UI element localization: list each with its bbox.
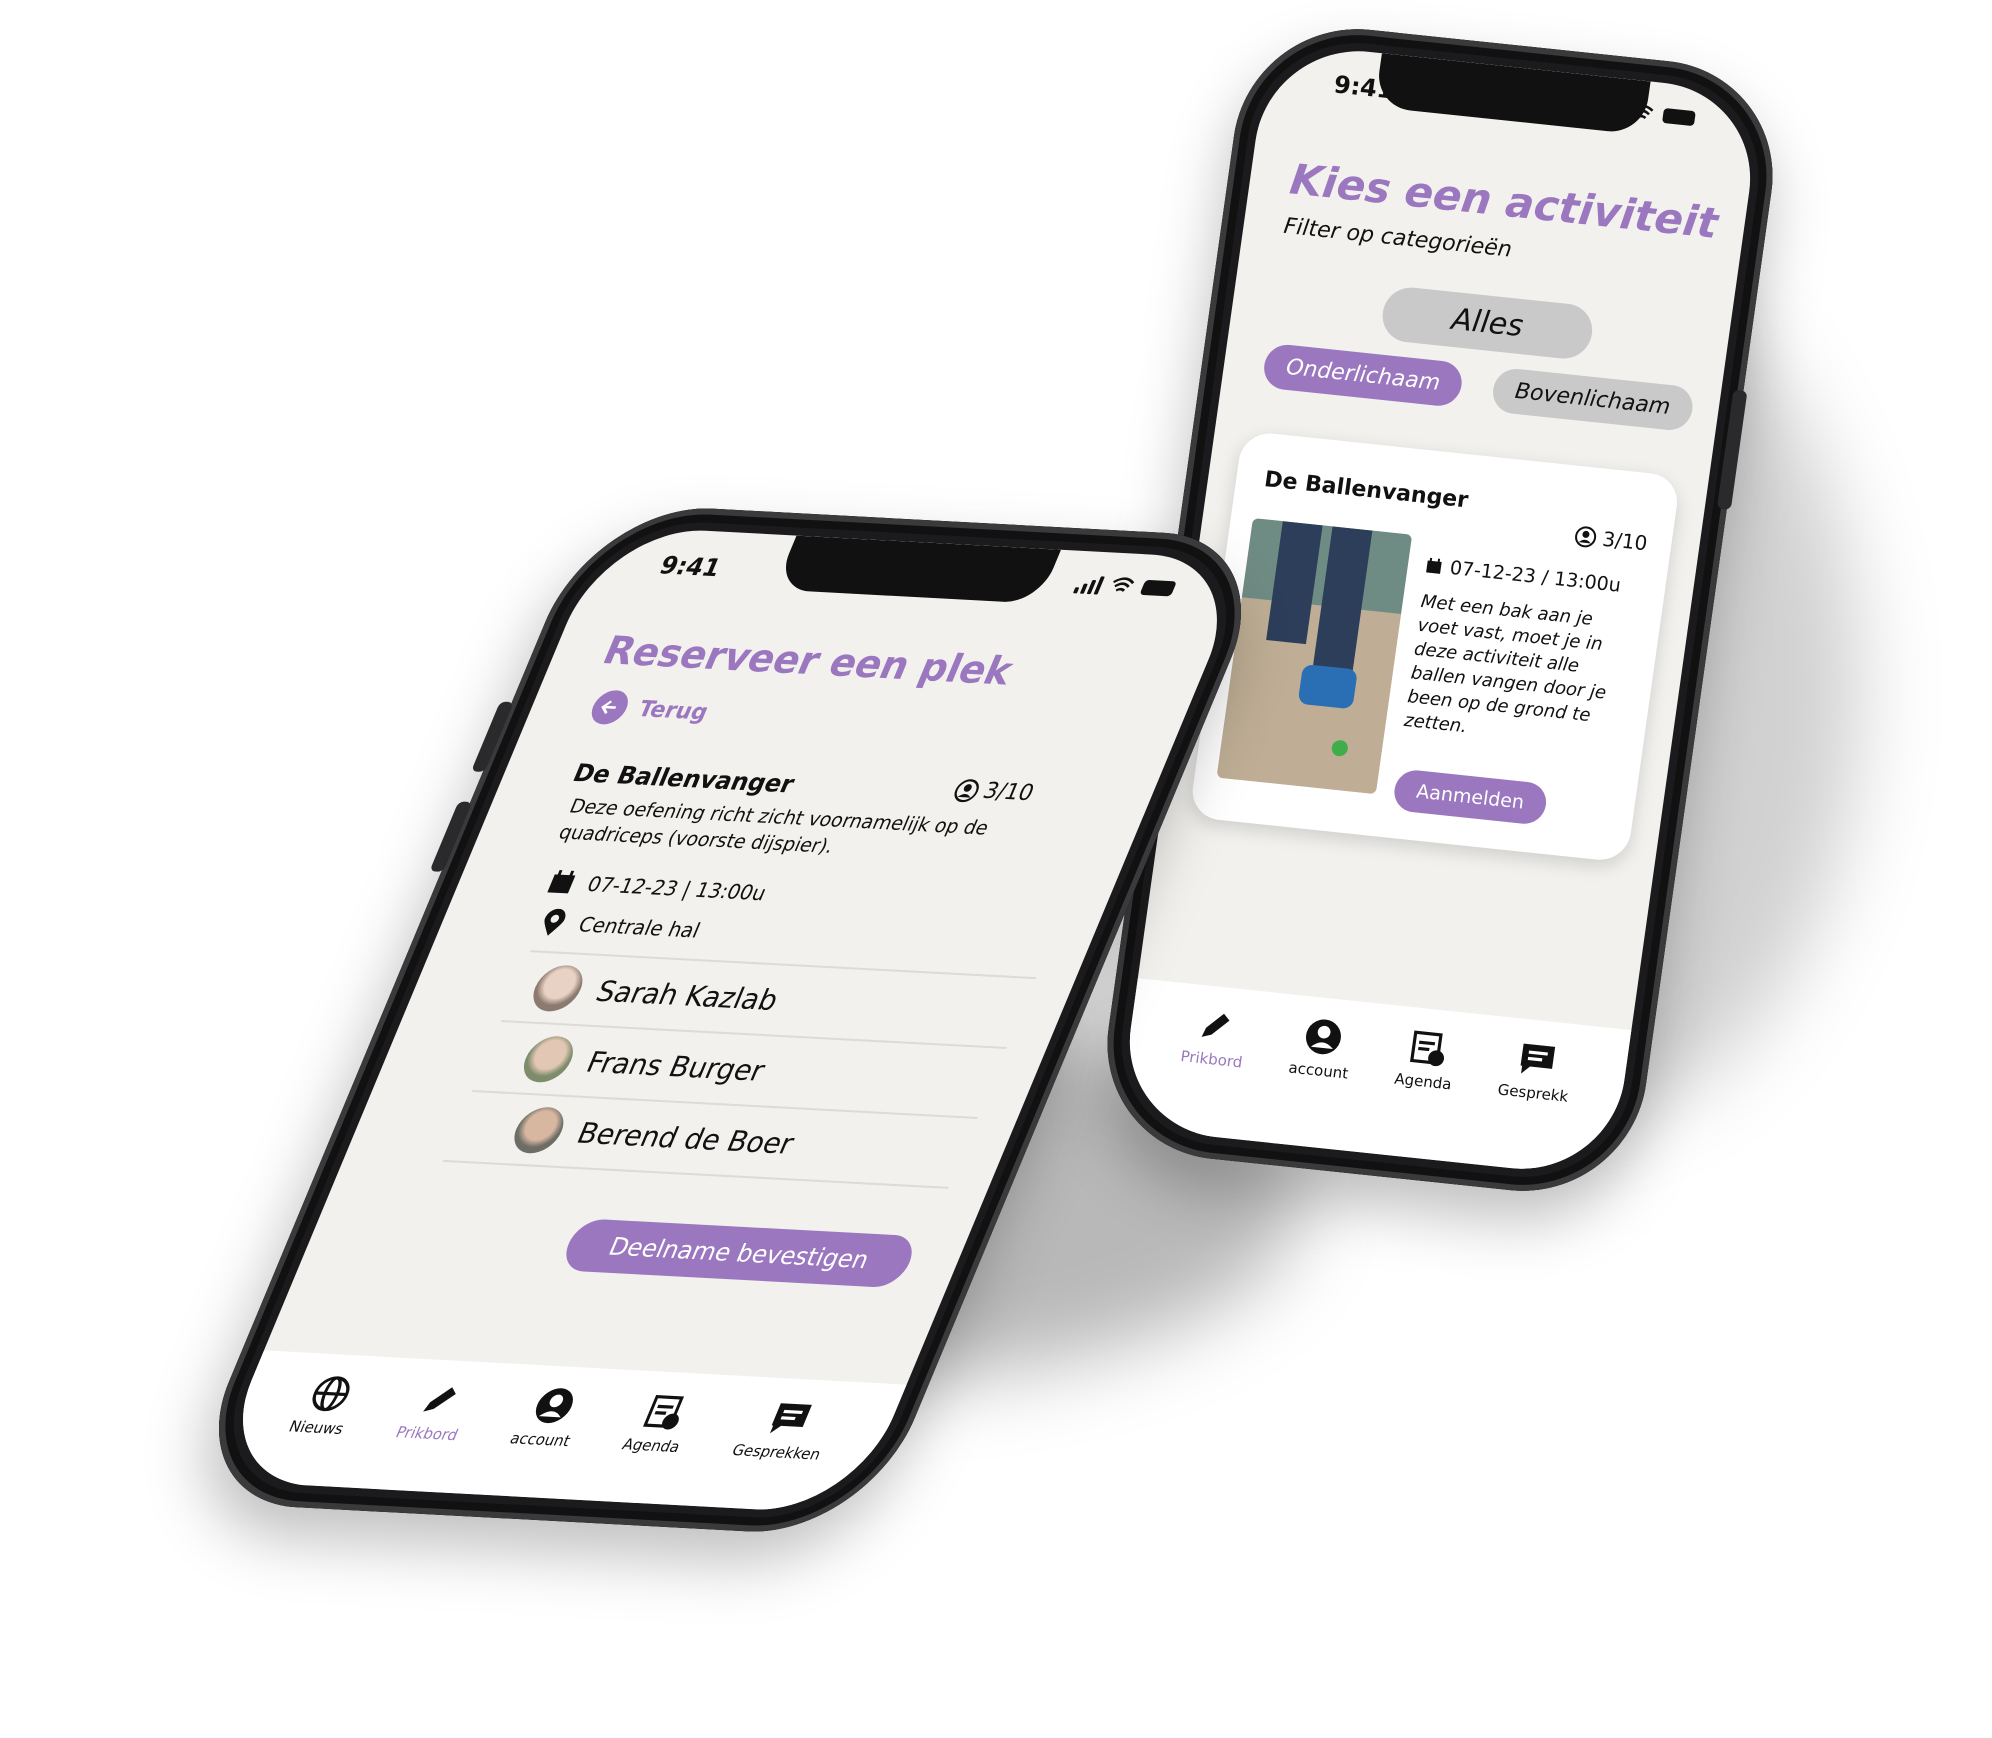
filter-upper-body-button[interactable]: Bovenlichaam (1490, 366, 1696, 433)
tab-bar: Prikbord account Agenda Gesprekk (1116, 978, 1632, 1179)
person-circle-icon (1575, 526, 1597, 548)
participant-list: Sarah Kazlab Frans Burger Berend de Boer (442, 950, 1037, 1189)
activity-datetime: 07-12-23 | 13:00u (583, 871, 771, 906)
tab-label: account (507, 1429, 574, 1451)
tab-label: Agenda (619, 1435, 684, 1457)
tab-label: Nieuws (286, 1417, 347, 1439)
tab-label: Gesprekk (1496, 1080, 1570, 1106)
tab-label: Prikbord (392, 1422, 462, 1445)
tab-label: Prikbord (1179, 1047, 1244, 1072)
tab-label: Gesprekken (729, 1440, 824, 1464)
tab-label: account (1287, 1058, 1350, 1083)
location-row: Centrale hal (537, 908, 705, 944)
location-pin-icon (544, 908, 566, 936)
chat-icon (770, 1403, 813, 1434)
pencil-icon (423, 1387, 457, 1412)
tab-gesprekken[interactable]: Gesprekk (1497, 1037, 1576, 1106)
avatar (525, 964, 591, 1013)
filter-all-button[interactable]: Alles (1379, 284, 1596, 362)
confirm-participation-button[interactable]: Deelname bevestigen (557, 1218, 921, 1289)
back-label: Terug (634, 696, 713, 726)
capacity-badge: 3/10 (950, 777, 1038, 806)
signal-icon (1595, 98, 1623, 121)
activity-description: Deze oefening richt zicht voornamelijk o… (555, 795, 993, 858)
participant-name: Sarah Kazlab (591, 974, 784, 1017)
activity-name: De Ballenvanger (568, 758, 799, 799)
notch (774, 535, 1061, 604)
tab-prikbord[interactable]: Prikbord (1179, 1004, 1249, 1072)
globe-icon (312, 1376, 350, 1412)
account-icon (1305, 1019, 1341, 1055)
tab-nieuws[interactable]: Nieuws (286, 1373, 365, 1438)
tab-agenda[interactable]: Agenda (1393, 1026, 1459, 1093)
page-title: Reserveer een plek (596, 627, 1020, 694)
activity-location: Centrale hal (574, 912, 705, 943)
tab-bar: Nieuws Prikbord account Agenda Gesprekke… (209, 1350, 907, 1515)
capacity-text: 3/10 (978, 778, 1038, 807)
back-link[interactable]: Terug (585, 688, 715, 730)
activity-description: Met een bak aan je voet vast, moet je in… (1402, 591, 1608, 738)
notch (1374, 53, 1651, 135)
avatar (516, 1035, 581, 1084)
calendar-icon (547, 870, 576, 894)
status-icons (1072, 573, 1178, 598)
battery-icon (1139, 579, 1178, 596)
tab-agenda[interactable]: Agenda (619, 1391, 701, 1456)
activity-datetime: 07-12-23 / 13:00u (1448, 556, 1623, 597)
wifi-icon (1632, 104, 1654, 120)
chat-icon (1520, 1043, 1556, 1074)
signal-icon (1072, 573, 1106, 595)
datetime-row: 07-12-23 | 13:00u (544, 870, 771, 906)
tab-account[interactable]: account (1287, 1015, 1355, 1083)
activity-datetime-row: 07-12-23 / 13:00u (1425, 554, 1623, 597)
agenda-icon (643, 1394, 685, 1430)
status-time: 9:41 (1332, 70, 1396, 105)
capacity-text: 3/10 (1600, 526, 1649, 556)
filter-lower-body-button[interactable]: Onderlichaam (1261, 342, 1466, 408)
tab-gesprekken[interactable]: Gesprekken (729, 1397, 842, 1464)
battery-icon (1662, 107, 1696, 126)
status-time: 9:41 (655, 551, 726, 583)
account-icon (535, 1388, 573, 1424)
calendar-icon (1426, 557, 1442, 574)
activity-name: De Ballenvanger (1262, 467, 1470, 514)
wifi-icon (1113, 577, 1135, 592)
left-screen: 9:41 Reserveer een plek Terug De Ballenv… (209, 525, 1251, 1515)
avatar (506, 1106, 571, 1155)
capacity-badge: 3/10 (1573, 524, 1649, 555)
agenda-icon (1409, 1030, 1444, 1067)
person-circle-icon (954, 778, 979, 802)
tab-account[interactable]: account (507, 1385, 591, 1450)
participant-name: Berend de Boer (572, 1115, 800, 1161)
tab-prikbord[interactable]: Prikbord (393, 1379, 479, 1444)
back-arrow-icon (591, 690, 628, 725)
signup-button[interactable]: Aanmelden (1391, 768, 1549, 826)
participant-name: Frans Burger (581, 1044, 771, 1088)
tab-label: Agenda (1393, 1069, 1453, 1094)
pencil-icon (1201, 1013, 1230, 1037)
activity-card: De Ballenvanger 3/10 07-12-23 / 13:00u M… (1188, 430, 1681, 863)
